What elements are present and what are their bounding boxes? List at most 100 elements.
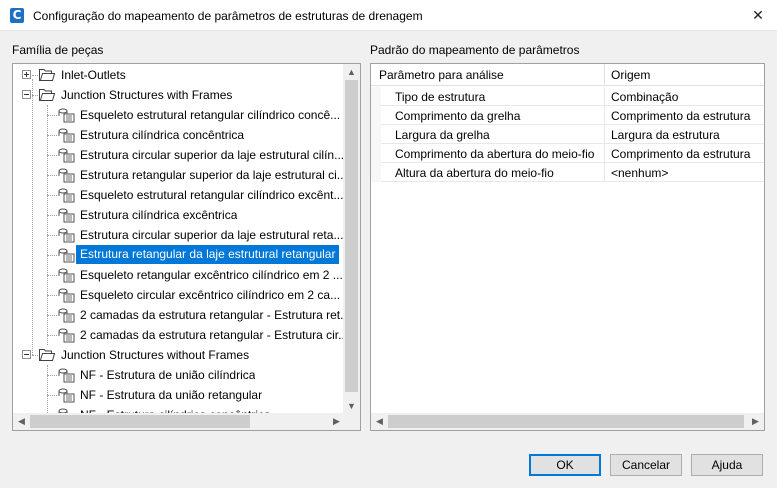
structure-part-icon [58, 267, 76, 283]
civil3d-app-icon: C [10, 8, 24, 23]
structure-part-icon [58, 307, 76, 323]
grid-row[interactable]: Comprimento da grelha Comprimento da estr… [371, 106, 764, 125]
parts-family-label: Família de peças [12, 43, 104, 57]
tree-connector [47, 135, 57, 136]
tree-group-row[interactable]: Junction Structures without Frames [13, 345, 345, 365]
tree-item-row[interactable]: Estrutura circular superior da laje estr… [13, 145, 345, 165]
tree-item-row[interactable]: Esqueleto estrutural retangular cilíndri… [13, 185, 345, 205]
cell-separator [604, 125, 605, 144]
structure-part-icon [58, 387, 76, 403]
tree-item-row[interactable]: Esqueleto estrutural retangular cilíndri… [13, 105, 345, 125]
tree-item-row[interactable]: 2 camadas da estrutura retangular - Estr… [13, 325, 345, 345]
window-title: Configuração do mapeamento de parâmetros… [33, 9, 423, 23]
tree-item-label: Estrutura cilíndrica excêntrica [80, 208, 238, 222]
row-header [371, 87, 381, 106]
column-header-origin[interactable]: Origem [611, 68, 650, 82]
tree-connector [47, 155, 57, 156]
ok-button[interactable]: OK [529, 454, 601, 476]
tree-item-row[interactable]: NF - Estrutura de união cilíndrica [13, 365, 345, 385]
parts-family-tree[interactable]: Inlet-Outlets Junction Structures with Fr… [12, 63, 361, 431]
tree-item-row[interactable]: Estrutura circular superior da laje estr… [13, 225, 345, 245]
tree-item-row[interactable]: Esqueleto circular excêntrico cilíndrico… [13, 285, 345, 305]
structure-part-icon [58, 167, 76, 183]
column-separator[interactable] [604, 64, 605, 86]
tree-connector [47, 175, 57, 176]
tree-horizontal-scrollbar[interactable]: ◀ ▶ [13, 413, 345, 430]
parameter-origin[interactable]: <nenhum> [611, 166, 668, 180]
column-header-parameter[interactable]: Parâmetro para análise [379, 68, 504, 82]
tree-hscroll-thumb[interactable] [30, 415, 250, 428]
structure-part-icon [58, 147, 76, 163]
tree-vertical-scrollbar[interactable]: ▲ ▼ [343, 64, 360, 414]
tree-group-row[interactable]: Inlet-Outlets [13, 65, 345, 85]
row-header [371, 125, 381, 144]
parameter-mapping-label: Padrão do mapeamento de parâmetros [370, 43, 580, 57]
tree-item-label: Estrutura retangular da laje estrutural … [76, 245, 340, 264]
tree-connector [47, 255, 57, 256]
tree-connector [47, 115, 57, 116]
tree-item-row[interactable]: Estrutura retangular superior da laje es… [13, 165, 345, 185]
row-header [371, 106, 381, 125]
tree-connector [47, 195, 57, 196]
parameter-name: Comprimento da abertura do meio-fio [395, 147, 595, 161]
scroll-up-arrow-icon[interactable]: ▲ [343, 64, 360, 80]
tree-item-label: 2 camadas da estrutura retangular - Estr… [80, 308, 345, 322]
expand-icon[interactable] [22, 70, 31, 79]
help-button[interactable]: Ajuda [691, 454, 763, 476]
scroll-corner [343, 413, 360, 430]
tree-item-row[interactable]: Estrutura retangular da laje estrutural … [13, 245, 345, 265]
row-header [371, 144, 381, 163]
tree-item-label: Estrutura circular superior da laje estr… [80, 148, 345, 162]
tree-connector [47, 365, 48, 414]
tree-group-label: Junction Structures without Frames [61, 348, 250, 362]
structure-part-icon [58, 127, 76, 143]
grid-row[interactable]: Comprimento da abertura do meio-fio Compr… [371, 144, 764, 163]
tree-item-row[interactable]: Esqueleto retangular excêntrico cilíndri… [13, 265, 345, 285]
tree-item-label: Esqueleto retangular excêntrico cilíndri… [80, 268, 343, 282]
grid-row[interactable]: Altura da abertura do meio-fio <nenhum> [371, 163, 764, 182]
tree-connector [47, 395, 57, 396]
structure-part-icon [58, 247, 76, 263]
collapse-icon[interactable] [22, 350, 31, 359]
parameter-mapping-grid[interactable]: Parâmetro para análise Origem Tipo de es… [370, 63, 765, 431]
tree-item-row[interactable]: NF - Estrutura da união retangular [13, 385, 345, 405]
grid-hscroll-thumb[interactable] [388, 415, 744, 428]
tree-item-row[interactable]: Estrutura cilíndrica excêntrica [13, 205, 345, 225]
scroll-left-arrow-icon[interactable]: ◀ [371, 413, 388, 429]
parameter-name: Tipo de estrutura [395, 90, 486, 104]
parameter-name: Altura da abertura do meio-fio [395, 166, 554, 180]
tree-connector [47, 315, 57, 316]
tree-vscroll-thumb[interactable] [345, 80, 358, 392]
structure-part-icon [58, 187, 76, 203]
cell-separator [604, 87, 605, 106]
tree-connector [47, 105, 48, 345]
close-button[interactable]: ✕ [745, 3, 771, 27]
tree-item-label: Estrutura circular superior da laje estr… [80, 228, 344, 242]
parameter-name: Largura da grelha [395, 128, 490, 142]
tree-group-label: Junction Structures with Frames [61, 88, 233, 102]
scroll-right-arrow-icon[interactable]: ▶ [747, 413, 764, 429]
tree-item-label: Esqueleto estrutural retangular cilíndri… [80, 188, 344, 202]
scroll-left-arrow-icon[interactable]: ◀ [13, 413, 30, 429]
grid-row[interactable]: Largura da grelha Largura da estrutura [371, 125, 764, 144]
parameter-origin[interactable]: Largura da estrutura [611, 128, 720, 142]
tree-item-label: NF - Estrutura de união cilíndrica [80, 368, 256, 382]
cell-separator [604, 144, 605, 163]
tree-item-label: Estrutura retangular superior da laje es… [80, 168, 345, 182]
structure-part-icon [58, 207, 76, 223]
folder-icon [39, 88, 56, 101]
scroll-down-arrow-icon[interactable]: ▼ [343, 398, 360, 414]
tree-connector [32, 75, 38, 76]
tree-item-row[interactable]: 2 camadas da estrutura retangular - Estr… [13, 305, 345, 325]
parameter-origin[interactable]: Comprimento da estrutura [611, 109, 750, 123]
collapse-icon[interactable] [22, 90, 31, 99]
parameter-origin[interactable]: Combinação [611, 90, 678, 104]
parameter-origin[interactable]: Comprimento da estrutura [611, 147, 750, 161]
cell-separator [604, 163, 605, 182]
tree-group-row[interactable]: Junction Structures with Frames [13, 85, 345, 105]
tree-item-label: 2 camadas da estrutura retangular - Estr… [80, 328, 345, 342]
tree-item-row[interactable]: Estrutura cilíndrica concêntrica [13, 125, 345, 145]
grid-horizontal-scrollbar[interactable]: ◀ ▶ [371, 413, 764, 430]
cancel-button[interactable]: Cancelar [610, 454, 682, 476]
grid-row[interactable]: Tipo de estrutura Combinação [371, 87, 764, 106]
